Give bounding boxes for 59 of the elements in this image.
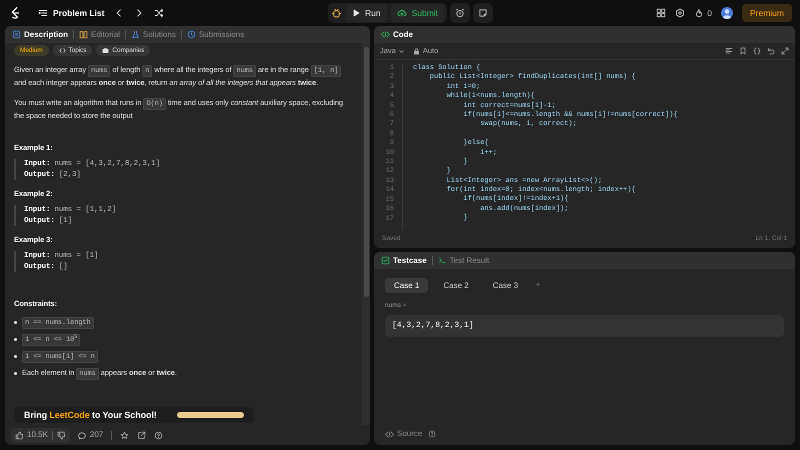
problem-list-link[interactable]: Problem List [38, 6, 104, 20]
bookmark-icon[interactable] [739, 47, 747, 55]
expand-icon[interactable] [781, 47, 789, 55]
person-silhouette-icon [720, 7, 733, 19]
panel-tab[interactable]: Test Result [438, 254, 490, 266]
notes-button[interactable] [473, 3, 494, 23]
grid-icon[interactable] [656, 8, 666, 18]
book-icon [79, 30, 88, 39]
list-icon [38, 8, 48, 18]
tag-icon [58, 47, 66, 54]
panel-tab[interactable]: Description [12, 28, 68, 40]
history-icon [186, 30, 196, 39]
flask-icon [130, 30, 140, 39]
undo-icon[interactable] [767, 47, 775, 55]
help-icon[interactable] [428, 430, 436, 438]
streak-count: 0 [707, 6, 712, 20]
terminal-icon [438, 256, 447, 265]
align-left-icon[interactable] [725, 47, 733, 55]
flame-icon[interactable] [694, 8, 704, 18]
panel-tab[interactable]: Testcase [381, 254, 427, 266]
document-icon [12, 30, 21, 39]
panel-title: Code [393, 28, 413, 40]
parameter-value-field[interactable]: [4,3,2,7,8,2,3,1] [385, 314, 784, 337]
scrollbar[interactable] [364, 47, 368, 297]
panel-tab[interactable]: Editorial [79, 28, 120, 40]
code-icon [381, 30, 390, 39]
comments-button[interactable]: 207 [78, 429, 104, 441]
cloud-upload-icon [396, 8, 407, 18]
avatar[interactable] [720, 7, 733, 19]
share-icon[interactable] [137, 430, 146, 440]
briefcase-icon [102, 47, 110, 54]
debug-icon[interactable] [331, 8, 342, 18]
star-icon[interactable] [120, 430, 130, 440]
alarm-clock-icon [455, 8, 466, 18]
checkbox-icon [381, 256, 390, 265]
panel-tab[interactable]: Solutions [130, 28, 176, 40]
run-button[interactable]: Run [346, 4, 387, 22]
case-tab[interactable]: Case 1 [385, 278, 428, 293]
source-link[interactable]: Source [385, 428, 422, 440]
help-icon[interactable] [154, 430, 164, 440]
promo-text: Bring LeetCode to Your School! [24, 410, 157, 420]
thumbs-up-icon [15, 430, 24, 440]
braces-icon[interactable] [753, 47, 761, 55]
thumbs-down-icon [56, 430, 66, 440]
premium-button[interactable]: Premium [742, 4, 792, 22]
timer-button[interactable] [450, 3, 470, 23]
settings-icon[interactable] [675, 8, 686, 18]
shuffle-icon[interactable] [154, 8, 164, 18]
code-icon [385, 430, 394, 438]
play-icon [352, 9, 360, 17]
speech-bubble-icon [78, 430, 87, 440]
chevron-down-icon [398, 48, 405, 54]
case-tab[interactable]: Case 3 [484, 278, 528, 293]
promo-graphic [176, 412, 244, 418]
note-icon [478, 8, 488, 18]
submit-button[interactable]: Submit [390, 4, 444, 22]
case-tab[interactable]: Case 2 [434, 278, 478, 293]
panel-tab[interactable]: Submissions [186, 28, 244, 40]
lock-icon [412, 48, 420, 54]
